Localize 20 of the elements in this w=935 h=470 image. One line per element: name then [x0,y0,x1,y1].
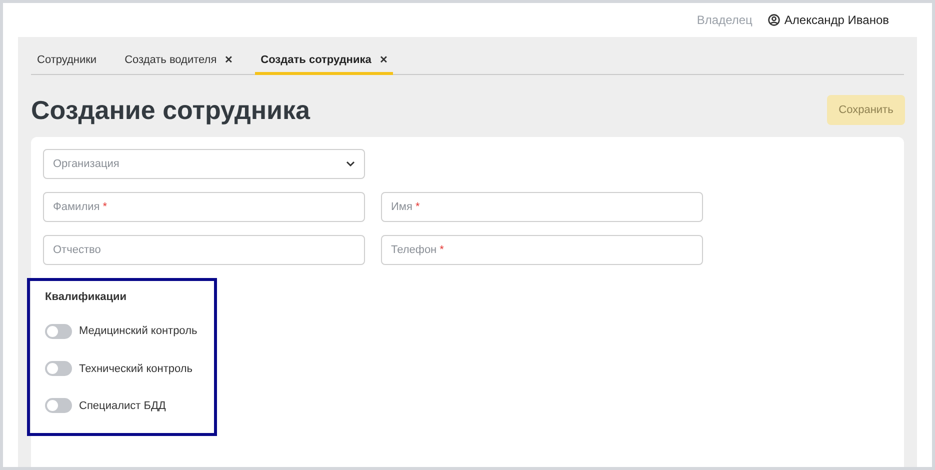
input-field[interactable]: Фамилия * [43,192,365,222]
tab[interactable]: Сотрудники [31,49,103,75]
user-name[interactable]: Александр Иванов [784,11,889,29]
input-field[interactable]: Телефон * [381,235,703,265]
toggle-label: Специалист БДД [79,398,166,414]
close-icon[interactable]: ✕ [224,53,233,68]
tab[interactable]: Создать сотрудника ✕ [254,49,394,75]
toggle-switch[interactable] [45,361,72,376]
page-title: Создание сотрудника [31,95,310,125]
toggle-switch[interactable] [45,324,72,340]
toggle-label: Технический контроль [79,362,193,376]
close-icon[interactable]: ✕ [379,53,388,68]
role-label: Владелец [696,12,752,29]
toggle-label: Медицинский контроль [79,324,198,340]
toggle-switch[interactable] [45,398,72,414]
tab[interactable]: Создать водителя ✕ [118,49,239,75]
chevron-down-icon [346,161,355,167]
user-icon [768,14,780,26]
input-field[interactable]: Имя * [381,192,703,222]
section-title: Квалификации [45,290,128,305]
